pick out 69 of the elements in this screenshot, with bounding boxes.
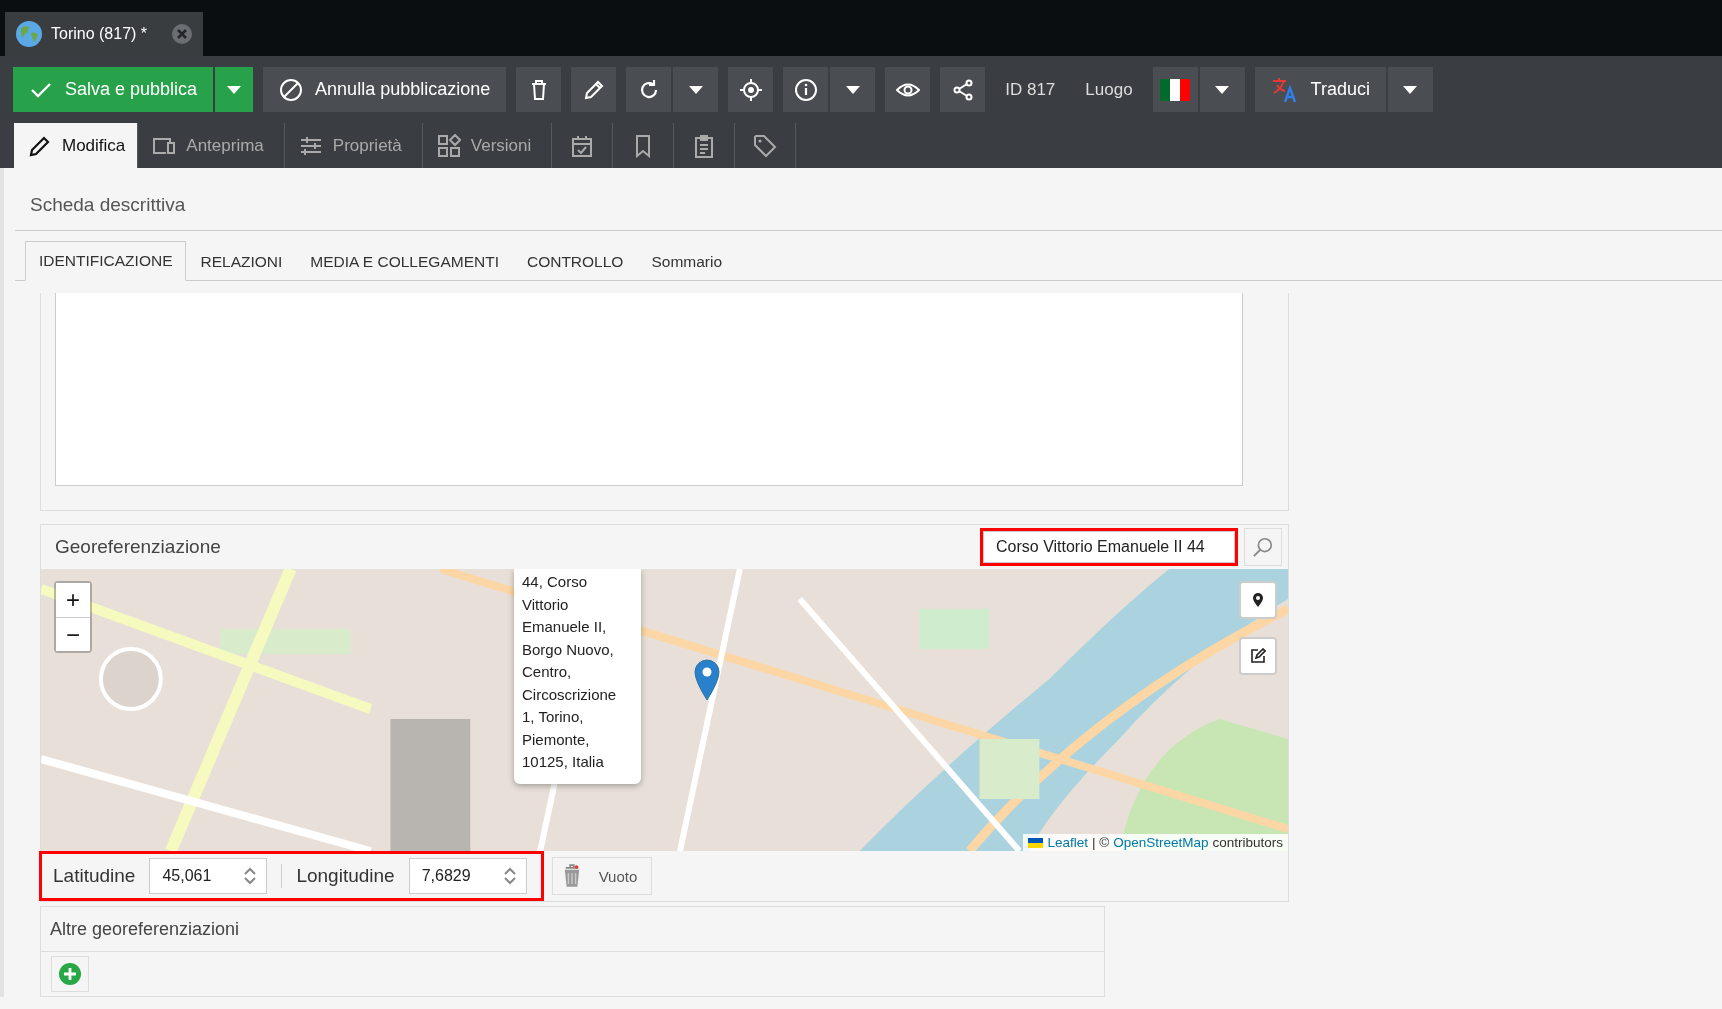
- edit-tool-button[interactable]: [1239, 637, 1277, 675]
- flag-icon: [1160, 78, 1191, 101]
- clear-button[interactable]: Vuoto: [551, 857, 653, 895]
- form-tab[interactable]: Sommario: [637, 241, 737, 281]
- caret-icon: [1215, 85, 1230, 94]
- document-tab[interactable]: Torino (817) *: [5, 12, 203, 56]
- flag-icon: [1028, 837, 1044, 848]
- trash-icon: [562, 864, 581, 888]
- target-icon: [738, 77, 763, 102]
- caret-icon: [227, 85, 242, 94]
- translate-icon: [1270, 75, 1299, 104]
- delete-button[interactable]: [516, 67, 562, 112]
- tag-icon: [753, 133, 778, 158]
- latitude-field[interactable]: 45,061: [149, 858, 268, 894]
- leaflet-link[interactable]: Leaflet: [1047, 835, 1088, 850]
- dropdown-button[interactable]: [830, 67, 876, 112]
- search-button[interactable]: [1244, 528, 1282, 566]
- attribution-text: contributors: [1212, 835, 1283, 850]
- locate-button[interactable]: [728, 67, 774, 112]
- longitude-label: Longitudine: [296, 865, 395, 887]
- caret-icon: [845, 85, 860, 94]
- panel-title: Altre georeferenziazioni: [50, 918, 241, 940]
- edit-button[interactable]: [571, 67, 617, 112]
- map-marker-icon: [694, 659, 720, 701]
- search-icon: [1252, 536, 1274, 558]
- blocks-icon: [436, 133, 461, 158]
- unpublish-button[interactable]: Annulla pubblicazione: [263, 67, 507, 112]
- latitude-label: Latitudine: [53, 865, 136, 887]
- edit-icon: [1250, 648, 1266, 664]
- section-title: Scheda descrittiva: [29, 193, 187, 217]
- marker-tool-button[interactable]: [1239, 581, 1277, 619]
- dropdown-button[interactable]: [1387, 67, 1433, 112]
- address-popup: 44, Corso Vittorio Emanuele II, Borgo Nuovo, Centro, Circoscrizione 1, Torino, Piemonte, 10125, Italia: [514, 569, 641, 784]
- dropdown-button[interactable]: [673, 67, 719, 112]
- globe-icon: [15, 20, 43, 48]
- document-title: Torino (817) *: [51, 25, 149, 43]
- openstreetmap-link[interactable]: OpenStreetMap: [1113, 835, 1209, 850]
- attribution-text: | ©: [1091, 835, 1110, 850]
- zoom-out-button[interactable]: −: [56, 617, 90, 651]
- longitude-field[interactable]: 7,6829: [408, 858, 527, 894]
- form-tab[interactable]: CONTROLLO: [512, 241, 638, 281]
- translate-button[interactable]: Traduci: [1254, 67, 1386, 112]
- spinner-icon[interactable]: [244, 866, 257, 886]
- map-pin-icon: [1250, 592, 1266, 608]
- zoom-in-button[interactable]: +: [56, 583, 90, 617]
- ban-icon: [279, 77, 304, 102]
- plus-icon: [58, 962, 82, 986]
- preview-button[interactable]: [885, 67, 931, 112]
- info-button[interactable]: [783, 67, 829, 112]
- calendar-icon: [570, 133, 595, 158]
- spinner-icon[interactable]: [503, 866, 516, 886]
- form-tab[interactable]: IDENTIFICAZIONE: [25, 241, 187, 281]
- caret-icon: [1403, 85, 1418, 94]
- dropdown-button[interactable]: [215, 67, 254, 112]
- form-tab[interactable]: MEDIA E COLLEGAMENTI: [296, 241, 513, 281]
- form-tab[interactable]: RELAZIONI: [186, 241, 297, 281]
- add-button[interactable]: [51, 956, 89, 992]
- language-button[interactable]: [1152, 67, 1198, 112]
- caret-icon: [688, 85, 703, 94]
- record-id: ID 817: [1005, 79, 1056, 100]
- share-button[interactable]: [940, 67, 986, 112]
- panel-title: Georeferenziazione: [55, 536, 222, 558]
- refresh-button[interactable]: [626, 67, 672, 112]
- search-field[interactable]: Corso Vittorio Emanuele II 44: [983, 531, 1235, 563]
- dropdown-button[interactable]: [1199, 67, 1245, 112]
- close-icon[interactable]: [171, 23, 193, 45]
- view-tab[interactable]: Modifica: [14, 123, 139, 168]
- record-type: Luogo: [1085, 79, 1133, 100]
- info-icon: [793, 77, 818, 102]
